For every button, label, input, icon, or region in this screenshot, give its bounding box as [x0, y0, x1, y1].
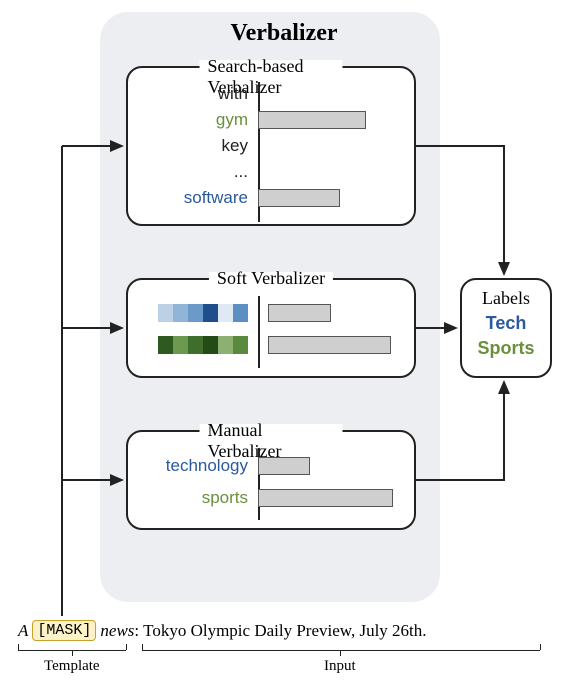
soft-bar-green	[268, 336, 391, 354]
search-word-gym: gym	[128, 110, 248, 130]
brace-tick	[18, 644, 19, 650]
soft-verbalizer-box: Soft Verbalizer	[126, 278, 416, 378]
search-bar-software	[258, 189, 340, 207]
manual-verbalizer-title: Manual Verbalizer	[208, 420, 282, 461]
brace-tick	[72, 650, 73, 656]
search-row-gym: gym	[128, 110, 408, 130]
input-label: Input	[324, 658, 356, 675]
labels-item-sports: Sports	[462, 338, 550, 359]
brace-tick	[340, 650, 341, 656]
search-verbalizer-box: Search-based Verbalizer with gym key ...…	[126, 66, 416, 226]
manual-verbalizer-box: Manual Verbalizer technology sports	[126, 430, 416, 530]
input-brace	[142, 650, 540, 651]
search-word-ellipsis: ...	[128, 162, 248, 182]
manual-word-technology: technology	[128, 456, 248, 476]
mask-token: [MASK]	[32, 620, 96, 641]
search-bar-gym	[258, 111, 366, 129]
labels-item-tech: Tech	[462, 313, 550, 334]
manual-bar-technology	[258, 457, 310, 475]
search-row-software: software	[128, 188, 408, 208]
soft-row-blue	[158, 304, 331, 322]
search-row-with: with	[128, 84, 408, 104]
soft-row-green	[158, 336, 391, 354]
search-row-ellipsis: ...	[128, 162, 408, 182]
soft-embedding-blue	[158, 304, 248, 322]
labels-title: Labels	[462, 288, 550, 309]
search-word-key: key	[128, 136, 248, 156]
labels-box: Labels Tech Sports	[460, 278, 552, 378]
brace-tick	[142, 644, 143, 650]
manual-word-sports: sports	[128, 488, 248, 508]
diagram-title: Verbalizer	[0, 20, 568, 47]
diagram-canvas: Verbalizer Search-based Verbalizer with …	[0, 0, 568, 680]
example-sentence: A [MASK] news: Tokyo Olympic Daily Previ…	[18, 620, 427, 641]
template-label: Template	[44, 658, 100, 675]
sentence-input: Tokyo Olympic Daily Preview, July 26th.	[143, 621, 426, 641]
search-word-with: with	[128, 84, 248, 104]
soft-embedding-green	[158, 336, 248, 354]
search-row-key: key	[128, 136, 408, 156]
sentence-prefix-a: A	[18, 621, 28, 641]
manual-bar-sports	[258, 489, 393, 507]
manual-row-sports: sports	[128, 488, 393, 508]
brace-tick	[540, 644, 541, 650]
soft-verbalizer-title: Soft Verbalizer	[217, 268, 325, 288]
search-word-software: software	[128, 188, 248, 208]
manual-row-technology: technology	[128, 456, 310, 476]
soft-verbalizer-title-wrap: Soft Verbalizer	[209, 268, 333, 289]
brace-tick	[126, 644, 127, 650]
soft-bar-blue	[268, 304, 331, 322]
sentence-news: news:	[100, 621, 139, 641]
